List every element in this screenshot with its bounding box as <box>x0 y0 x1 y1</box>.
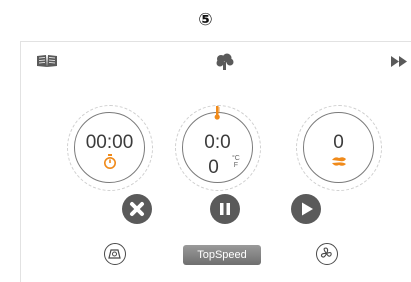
speed-dial[interactable]: 0 <box>296 105 382 191</box>
speed-value: 0 <box>333 132 344 153</box>
fast-forward-icon[interactable] <box>391 56 408 67</box>
temperature-unit[interactable]: °C F <box>232 155 240 169</box>
stopwatch-icon <box>104 154 116 169</box>
scale-icon <box>108 249 121 259</box>
stop-button[interactable] <box>122 194 152 224</box>
step-number: ⑤ <box>198 10 213 30</box>
speed-blade-icon <box>332 157 346 166</box>
play-button[interactable] <box>291 194 321 224</box>
play-circle-icon <box>302 202 313 216</box>
open-book-icon[interactable] <box>36 54 58 68</box>
thermometer-icon <box>214 106 220 120</box>
temperature-dial-face: 0:0 0 <box>182 112 253 183</box>
time-dial-face: 00:00 <box>74 112 145 183</box>
speed-dial-face: 0 <box>303 112 374 183</box>
pause-circle-icon <box>220 203 230 215</box>
pause-button[interactable] <box>210 194 240 224</box>
time-value: 00:00 <box>85 132 134 153</box>
fan-icon <box>320 247 332 258</box>
turbo-button[interactable]: TopSpeed <box>183 245 261 265</box>
scale-button[interactable] <box>104 243 126 265</box>
thermomix-logo-icon <box>216 53 234 70</box>
time-dial[interactable]: 00:00 <box>67 105 153 191</box>
close-circle-icon <box>130 202 144 216</box>
unit-fahrenheit: F <box>233 162 239 169</box>
fan-mode-button[interactable] <box>316 243 338 265</box>
unit-celsius: °C <box>232 155 240 162</box>
temperature-time-value: 0:0 <box>204 132 231 153</box>
